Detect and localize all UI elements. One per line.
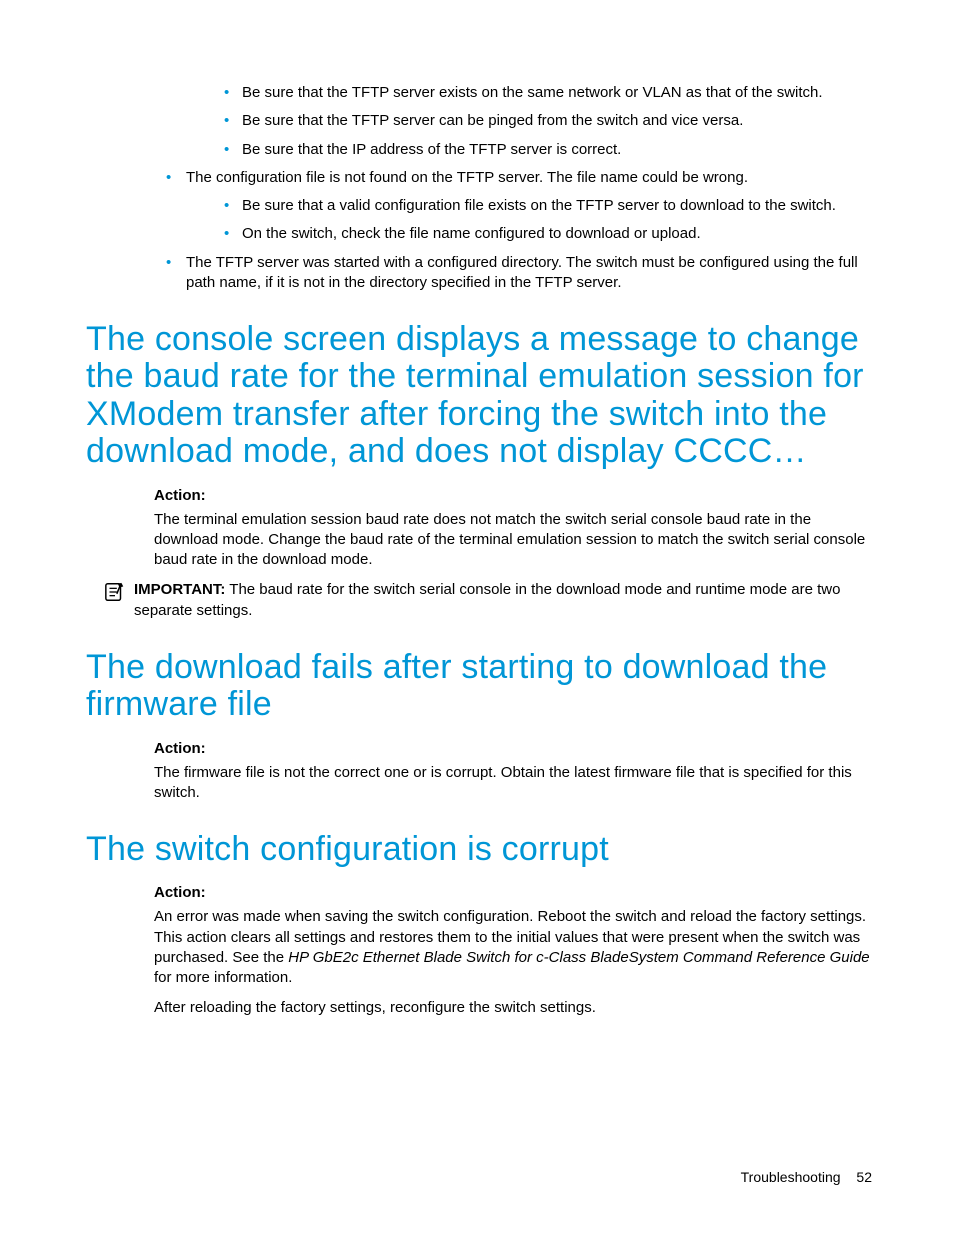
section-heading-baud-rate: The console screen displays a message to… xyxy=(86,321,872,471)
action-body: An error was made when saving the switch… xyxy=(154,907,872,988)
important-icon xyxy=(104,581,126,603)
document-page: Be sure that the TFTP server exists on t… xyxy=(0,0,954,1235)
reference-title: HP GbE2c Ethernet Blade Switch for c-Cla… xyxy=(288,949,869,966)
important-body: The baud rate for the switch serial cons… xyxy=(134,581,840,618)
important-note: IMPORTANT: The baud rate for the switch … xyxy=(104,580,872,621)
list-item-text: The configuration file is not found on t… xyxy=(186,169,748,186)
action-body: The terminal emulation session baud rate… xyxy=(154,510,872,571)
list-item: On the switch, check the file name confi… xyxy=(186,224,872,244)
section-heading-config-corrupt: The switch configuration is corrupt xyxy=(86,831,872,868)
action-block: Action: The firmware file is not the cor… xyxy=(154,740,872,804)
list-item: Be sure that the TFTP server exists on t… xyxy=(186,83,872,103)
action-label: Action: xyxy=(154,740,872,757)
important-text: IMPORTANT: The baud rate for the switch … xyxy=(134,580,872,621)
action-after: After reloading the factory settings, re… xyxy=(154,998,872,1018)
action-block: Action: The terminal emulation session b… xyxy=(154,487,872,571)
action-label: Action: xyxy=(154,487,872,504)
action-block: Action: An error was made when saving th… xyxy=(154,884,872,1018)
section-heading-download-fails: The download fails after starting to dow… xyxy=(86,649,872,724)
bullet-sublist-2: Be sure that a valid configuration file … xyxy=(186,196,872,245)
bullet-list: The configuration file is not found on t… xyxy=(158,168,872,293)
list-item: Be sure that the IP address of the TFTP … xyxy=(186,140,872,160)
footer-section: Troubleshooting xyxy=(741,1169,841,1185)
list-item: The TFTP server was started with a confi… xyxy=(158,253,872,294)
important-label: IMPORTANT: xyxy=(134,581,225,598)
bullet-sublist-1: Be sure that the TFTP server exists on t… xyxy=(186,83,872,160)
list-item: The configuration file is not found on t… xyxy=(158,168,872,245)
action-body: The firmware file is not the correct one… xyxy=(154,763,872,804)
action-body-post: for more information. xyxy=(154,969,292,986)
list-item: Be sure that the TFTP server can be ping… xyxy=(186,111,872,131)
page-footer: Troubleshooting 52 xyxy=(741,1169,872,1185)
footer-page-number: 52 xyxy=(856,1169,872,1185)
list-item: Be sure that a valid configuration file … xyxy=(186,196,872,216)
action-label: Action: xyxy=(154,884,872,901)
